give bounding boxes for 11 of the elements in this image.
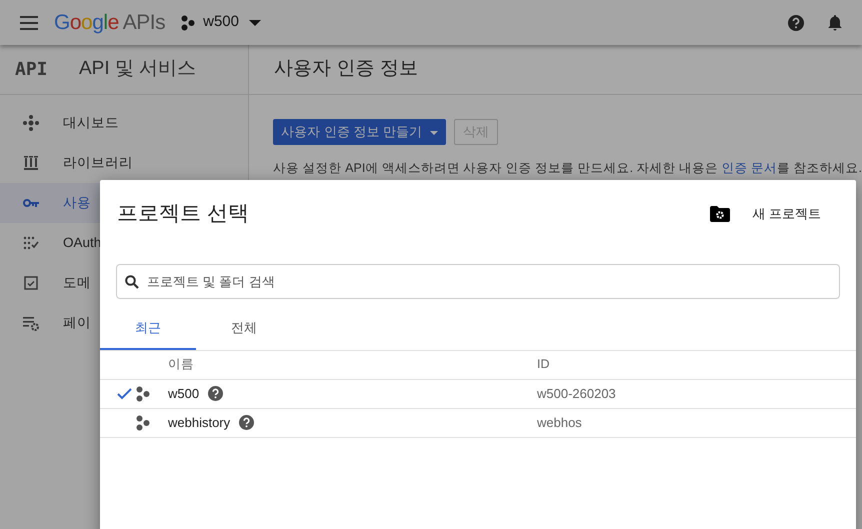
project-id: w500-260203 [537, 386, 616, 401]
project-name: w500 [168, 384, 200, 403]
api-logo: API [15, 58, 49, 82]
description-text: 사용 설정한 API에 액세스하려면 사용자 인증 정보를 만드세요. 자세한 내용은 인증 문서 를 참조하세요. [272, 160, 862, 176]
column-header: 이름 [168, 357, 194, 372]
sidebar-title: API 및 서비스 [79, 57, 196, 82]
column-header: ID [537, 357, 550, 372]
project-id: webhos [537, 414, 582, 430]
dialog-title: 프로젝트 선택 [117, 201, 250, 227]
project-name: webhistory [168, 414, 230, 432]
page-title: 사용자 인증 정보 [274, 57, 418, 82]
